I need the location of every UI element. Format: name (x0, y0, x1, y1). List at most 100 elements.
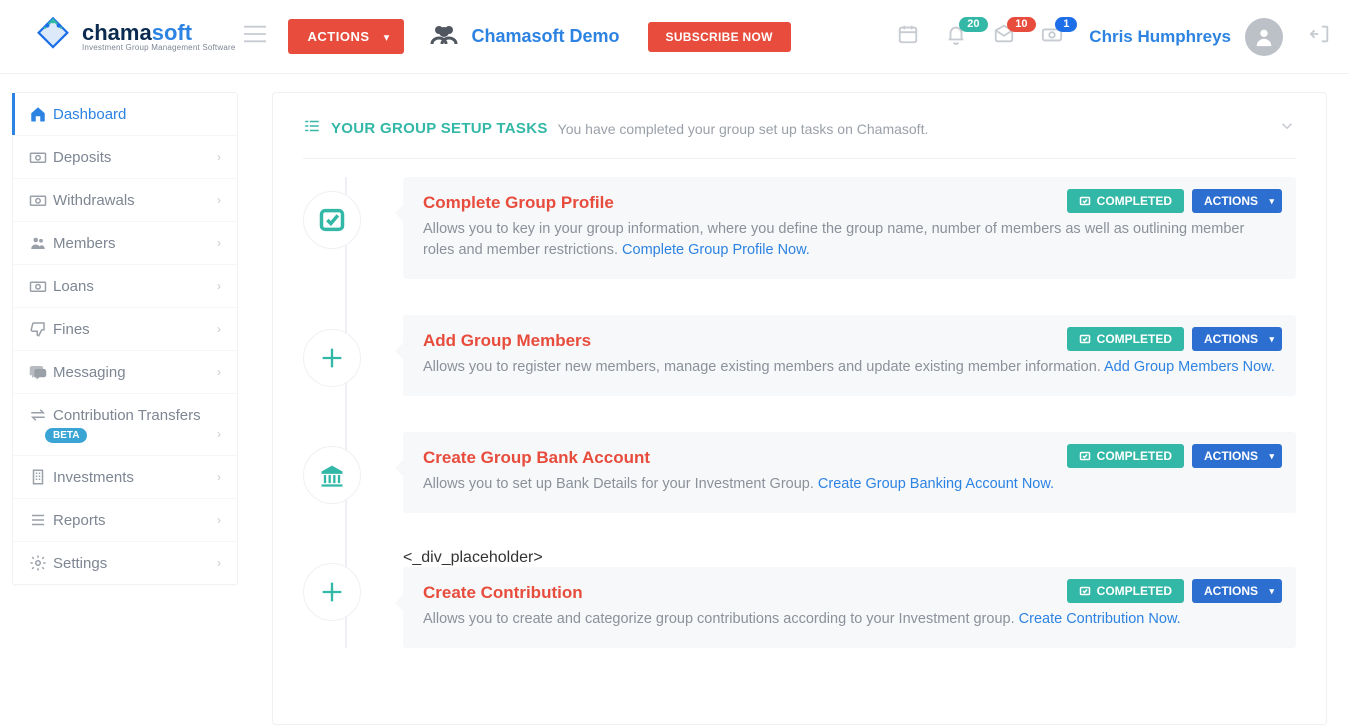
sidebar-item-label: Fines (53, 321, 217, 338)
menu-toggle-icon[interactable] (244, 25, 266, 48)
sidebar-item-label: Settings (53, 555, 217, 572)
brand-tagline: Investment Group Management Software (82, 44, 236, 52)
task-desc: Allows you to set up Bank Details for yo… (423, 474, 1276, 495)
brand-name: chamasoft (82, 22, 236, 44)
chevron-right-icon: › (217, 427, 221, 441)
task-create-contribution: <_div_placeholder> COMPLETED ACTIONS (403, 549, 1296, 648)
task-desc: Allows you to create and categorize grou… (423, 609, 1276, 630)
task-complete-profile: COMPLETED ACTIONS ▾ Complete Group Profi… (403, 177, 1296, 279)
plus-icon (303, 563, 361, 621)
sidebar: Dashboard Deposits › Withdrawals › (0, 74, 250, 636)
subscribe-button[interactable]: SUBSCRIBE NOW (648, 22, 791, 52)
current-group[interactable]: Chamasoft Demo (430, 24, 620, 49)
task-bank-account: COMPLETED ACTIONS ▾ Create Group Bank Ac… (403, 432, 1296, 513)
chat-icon (29, 363, 53, 381)
sidebar-item-investments[interactable]: Investments › (13, 456, 237, 499)
building-icon (29, 468, 53, 486)
sidebar-item-label: Dashboard (53, 106, 221, 123)
chevron-right-icon: › (217, 150, 221, 164)
chevron-down-icon: ▾ (1269, 451, 1274, 462)
user-menu[interactable]: Chris Humphreys (1089, 18, 1283, 56)
chevron-down-icon: ▾ (1269, 586, 1274, 597)
chevron-right-icon: › (217, 556, 221, 570)
completed-badge[interactable]: COMPLETED (1067, 579, 1184, 603)
task-actions-button[interactable]: ACTIONS ▾ (1192, 579, 1282, 603)
completed-badge[interactable]: COMPLETED (1067, 327, 1184, 351)
task-link[interactable]: Create Group Banking Account Now. (818, 476, 1054, 492)
app-header: chamasoft Investment Group Management So… (0, 0, 1349, 74)
chevron-right-icon: › (217, 236, 221, 250)
task-link[interactable]: Complete Group Profile Now. (622, 242, 810, 258)
list-icon (29, 511, 53, 529)
sidebar-item-label: Loans (53, 278, 217, 295)
sidebar-item-deposits[interactable]: Deposits › (13, 136, 237, 179)
bell-badge: 20 (959, 17, 987, 32)
chevron-right-icon: › (217, 279, 221, 293)
sidebar-item-dashboard[interactable]: Dashboard (13, 93, 237, 136)
task-actions-button[interactable]: ACTIONS ▾ (1192, 327, 1282, 351)
cash-icon (29, 148, 53, 166)
sidebar-item-fines[interactable]: Fines › (13, 308, 237, 351)
mail-badge: 10 (1007, 17, 1035, 32)
completed-badge[interactable]: COMPLETED (1067, 444, 1184, 468)
completed-badge[interactable]: COMPLETED (1067, 189, 1184, 213)
beta-badge: BETA (45, 428, 87, 443)
users-icon (29, 234, 53, 252)
task-desc: Allows you to register new members, mana… (423, 357, 1276, 378)
sidebar-item-label: Deposits (53, 149, 217, 166)
task-actions-button[interactable]: ACTIONS ▾ (1192, 444, 1282, 468)
avatar (1245, 18, 1283, 56)
money-badge: 1 (1055, 17, 1077, 32)
sidebar-item-loans[interactable]: Loans › (13, 265, 237, 308)
mail-icon[interactable]: 10 (993, 23, 1015, 50)
transfer-icon (29, 406, 53, 424)
chevron-right-icon: › (217, 322, 221, 336)
task-add-members: COMPLETED ACTIONS ▾ Add Group Members Al… (403, 315, 1296, 396)
sidebar-item-label: Messaging (53, 364, 217, 381)
task-desc: Allows you to key in your group informat… (423, 219, 1276, 261)
task-link[interactable]: Add Group Members Now. (1104, 359, 1275, 375)
sidebar-item-label: Withdrawals (53, 192, 217, 209)
thumbs-down-icon (29, 320, 53, 338)
sidebar-item-reports[interactable]: Reports › (13, 499, 237, 542)
sidebar-item-settings[interactable]: Settings › (13, 542, 237, 584)
sidebar-item-contribution-transfers[interactable]: Contribution Transfers BETA › (13, 394, 237, 456)
panel-subtitle: You have completed your group set up tas… (558, 121, 929, 137)
chevron-right-icon: › (217, 193, 221, 207)
bank-icon (303, 446, 361, 504)
sidebar-item-label: Reports (53, 512, 217, 529)
panel-header: YOUR GROUP SETUP TASKS You have complete… (303, 117, 1296, 159)
cash-icon (29, 191, 53, 209)
setup-tasks-panel: YOUR GROUP SETUP TASKS You have complete… (272, 92, 1327, 725)
chevron-right-icon: › (217, 513, 221, 527)
chevron-down-icon: ▾ (384, 32, 390, 43)
sidebar-item-members[interactable]: Members › (13, 222, 237, 265)
home-icon (29, 105, 53, 123)
tasks-list-icon (303, 117, 321, 140)
gear-icon (29, 554, 53, 572)
group-name: Chamasoft Demo (472, 26, 620, 47)
header-right: 20 10 1 Chris Humphreys (897, 18, 1331, 56)
task-actions-button[interactable]: ACTIONS ▾ (1192, 189, 1282, 213)
plus-icon (303, 329, 361, 387)
sidebar-item-label: Members (53, 235, 217, 252)
chevron-down-icon[interactable] (1278, 117, 1296, 140)
calendar-icon[interactable] (897, 23, 919, 50)
money-icon[interactable]: 1 (1041, 23, 1063, 50)
sidebar-item-messaging[interactable]: Messaging › (13, 351, 237, 394)
chevron-right-icon: › (217, 470, 221, 484)
task-timeline: COMPLETED ACTIONS ▾ Complete Group Profi… (303, 177, 1296, 648)
header-actions-button[interactable]: ACTIONS ▾ (288, 19, 404, 54)
chevron-down-icon: ▾ (1269, 334, 1274, 345)
bell-icon[interactable]: 20 (945, 23, 967, 50)
main-content: YOUR GROUP SETUP TASKS You have complete… (250, 74, 1349, 636)
task-link[interactable]: Create Contribution Now. (1019, 611, 1181, 627)
brand-logo[interactable]: chamasoft Investment Group Management So… (30, 14, 236, 60)
panel-title: YOUR GROUP SETUP TASKS (331, 120, 548, 137)
chevron-right-icon: › (217, 365, 221, 379)
logout-icon[interactable] (1309, 23, 1331, 50)
sidebar-item-label: Investments (53, 469, 217, 486)
sidebar-item-withdrawals[interactable]: Withdrawals › (13, 179, 237, 222)
group-icon (430, 24, 458, 49)
cash-icon (29, 277, 53, 295)
